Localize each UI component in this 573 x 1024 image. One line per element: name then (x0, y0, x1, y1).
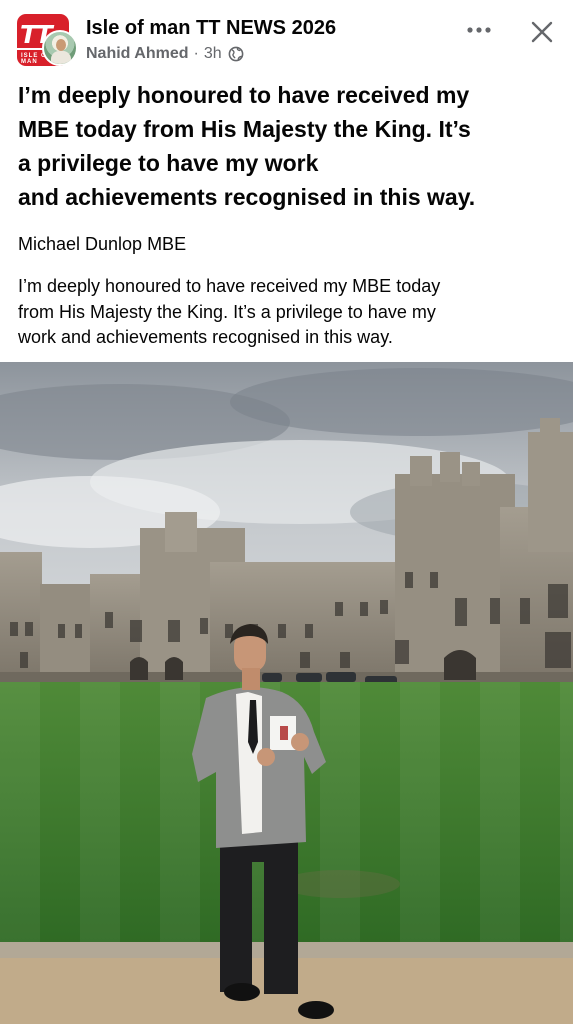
headline-line: and achievements recognised in this way. (18, 184, 476, 210)
post-timestamp[interactable]: 3h (204, 45, 222, 63)
avatar-face (56, 39, 66, 51)
post-body: I’m deeply honoured to have received my … (18, 274, 558, 351)
post-header: TT ISLE OF MAN Isle of man TT NEWS 2026 … (0, 0, 573, 72)
headline-line: MBE today from His Majesty the King. It’… (18, 116, 471, 142)
meta-separator: · (193, 45, 199, 62)
post-photo[interactable] (0, 362, 573, 1024)
body-line: work and achievements recognised in this… (18, 327, 393, 347)
close-icon[interactable] (525, 15, 559, 49)
author-avatar[interactable] (42, 30, 78, 66)
body-line: I’m deeply honoured to have received my … (18, 276, 441, 296)
headline-line: I’m deeply honoured to have received my (18, 82, 470, 108)
headline-line: a privilege to have my work (18, 150, 319, 176)
globe-icon (228, 46, 244, 62)
post-headline: I’m deeply honoured to have received my … (18, 78, 558, 214)
author-name[interactable]: Nahid Ahmed (86, 45, 189, 63)
more-options-icon[interactable] (462, 18, 496, 42)
post-meta: Nahid Ahmed · 3h (86, 44, 244, 64)
post-signature: Michael Dunlop MBE (18, 234, 187, 254)
body-line: from His Majesty the King. It’s a privil… (18, 301, 436, 322)
page-name[interactable]: Isle of man TT NEWS 2026 (86, 17, 336, 40)
avatar-body (51, 51, 71, 64)
